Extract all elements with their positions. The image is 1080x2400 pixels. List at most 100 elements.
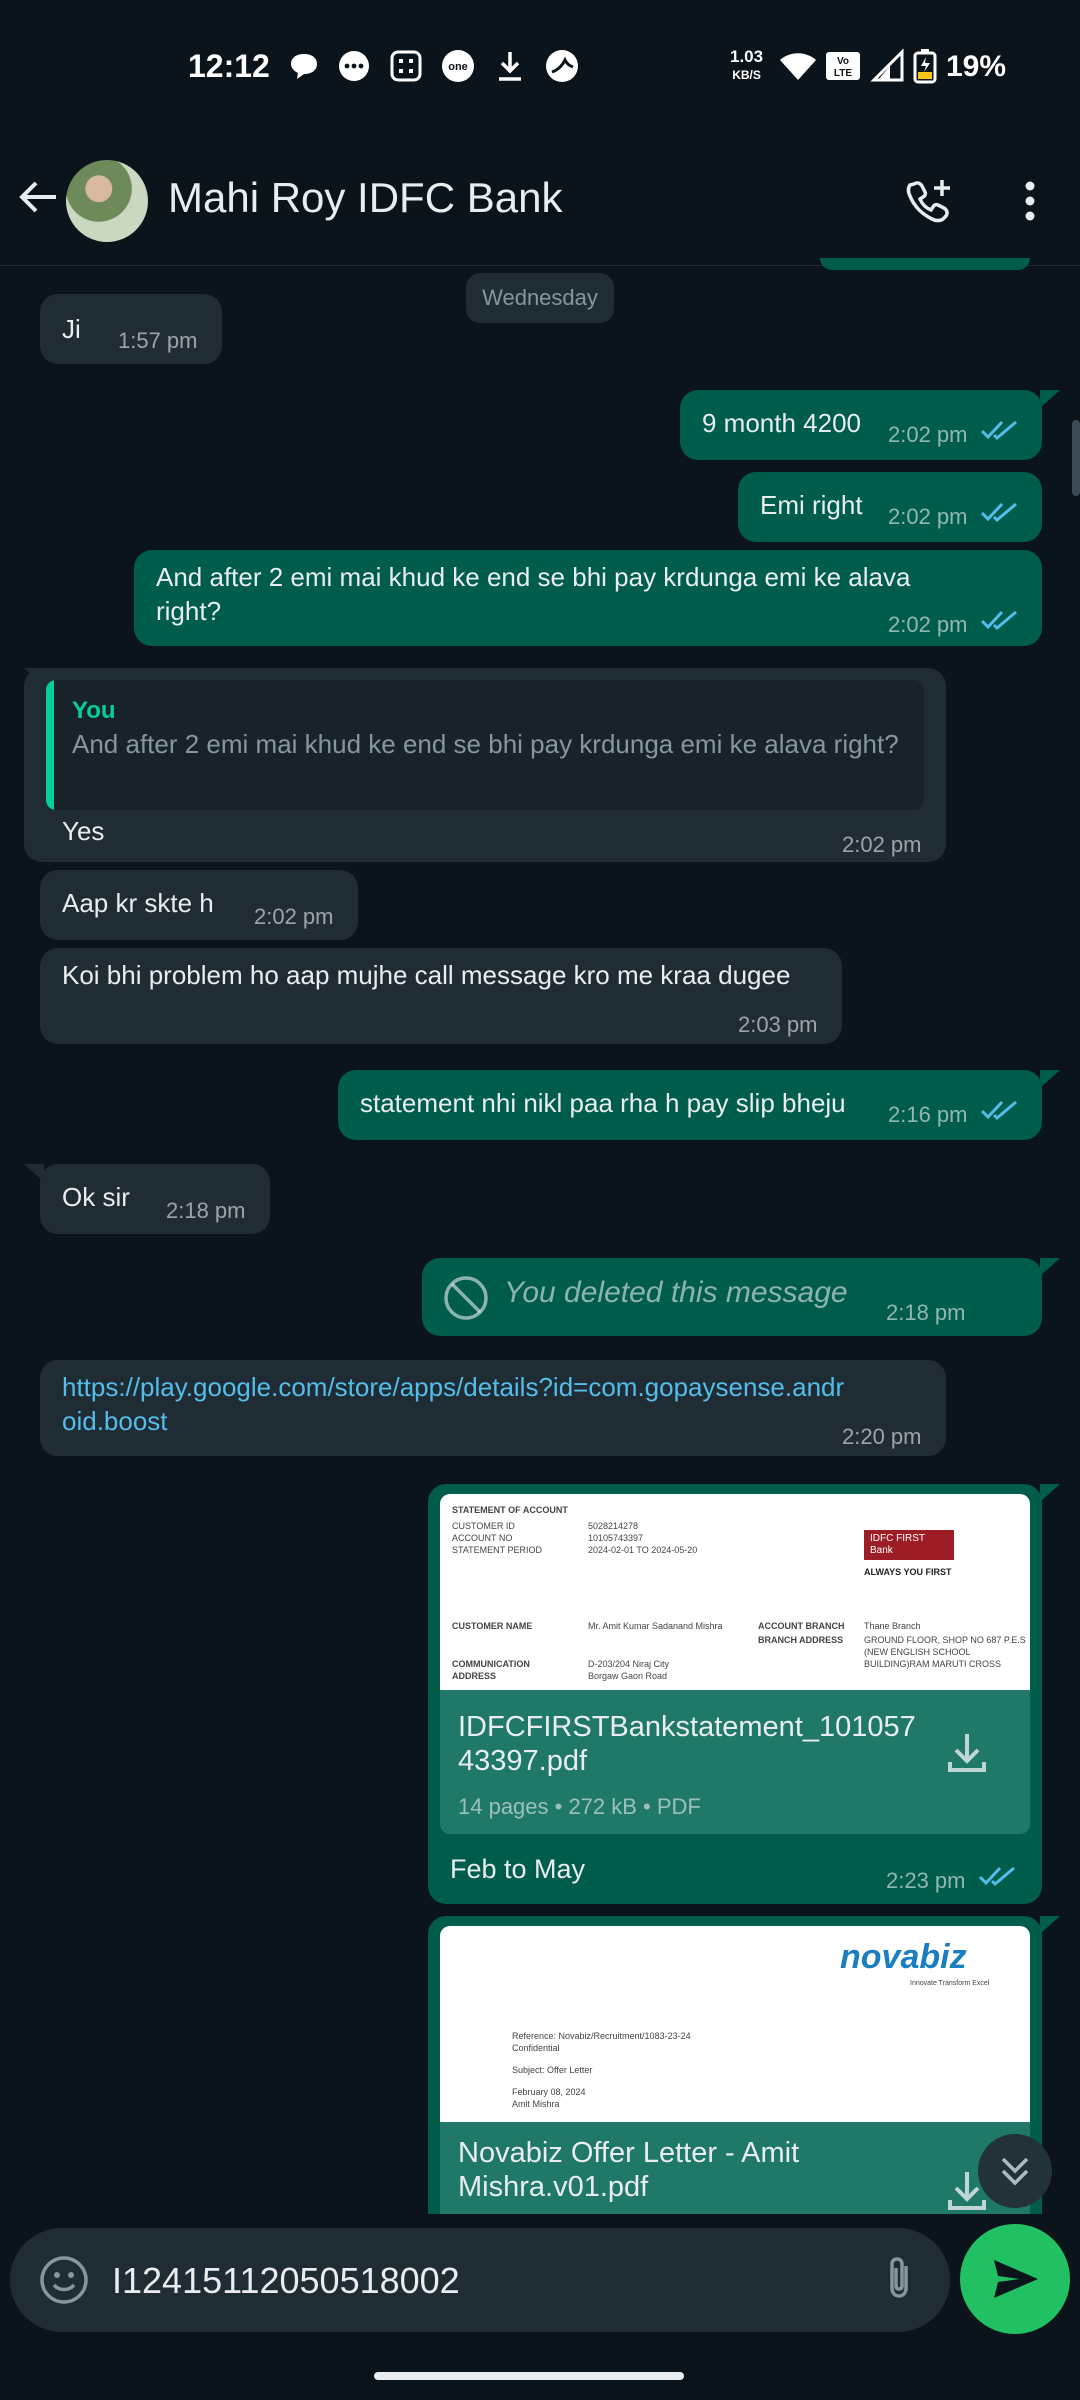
outgoing-deleted-message[interactable]: You deleted this message 2:18 pm (422, 1258, 1042, 1336)
message-time: 2:02 pm (842, 832, 922, 857)
preview-label: STATEMENT PERIOD (452, 1545, 543, 1555)
message-input[interactable] (110, 2252, 814, 2310)
document-caption: Feb to May (450, 1854, 586, 1884)
quote-bar (46, 680, 54, 810)
document-preview[interactable]: novabiz Innovate Transform Excel Referen… (440, 1926, 1030, 2122)
preview-label: BRANCH ADDRESS (758, 1635, 844, 1645)
incoming-link-message[interactable]: https://play.google.com/store/apps/detai… (40, 1360, 946, 1456)
message-time: 2:02 pm (888, 422, 968, 447)
home-indicator[interactable] (374, 2372, 684, 2380)
preview-heading: STATEMENT OF ACCOUNT (452, 1505, 568, 1515)
one-app-icon: one (442, 50, 474, 82)
calculator-icon (390, 50, 422, 82)
message-time: 2:02 pm (888, 612, 968, 637)
message-text: Emi right (760, 490, 863, 520)
incoming-message[interactable]: Ok sir 2:18 pm (40, 1164, 270, 1234)
contact-avatar[interactable] (66, 160, 148, 242)
bubble-tail (1040, 390, 1060, 408)
bubble-tail (1040, 1484, 1060, 1502)
outgoing-document-message[interactable]: STATEMENT OF ACCOUNT CUSTOMER ID ACCOUNT… (428, 1484, 1042, 1904)
scrollbar-thumb[interactable] (1072, 420, 1080, 496)
message-link[interactable]: https://play.google.com/store/apps/detai… (62, 1370, 852, 1438)
download-icon[interactable] (942, 1728, 992, 1778)
message-time: 2:02 pm (254, 904, 334, 929)
read-ticks-icon (980, 420, 1017, 441)
more-options-icon[interactable] (1004, 176, 1056, 226)
message-time: 1:57 pm (118, 328, 198, 353)
preview-value: D-203/204 Niraj City Borgaw Gaon Road (588, 1659, 670, 1681)
scroll-to-bottom-button[interactable] (978, 2134, 1052, 2208)
company-tagline: Innovate Transform Excel (910, 1980, 990, 1987)
blocked-icon (444, 1276, 488, 1320)
incoming-message[interactable]: Koi bhi problem ho aap mujhe call messag… (40, 948, 842, 1044)
message-dots-icon (339, 51, 369, 81)
network-speed: 1.03 KB/S (730, 48, 763, 84)
bubble-tail (1040, 1070, 1060, 1088)
preview-text: Amit Mishra (512, 2099, 560, 2109)
cellular-signal-icon (870, 48, 904, 82)
chat-bubble-icon (291, 54, 317, 79)
contact-name[interactable]: Mahi Roy IDFC Bank (168, 174, 562, 222)
message-time: 2:03 pm (738, 1012, 818, 1037)
double-chevron-down-icon (1001, 2157, 1029, 2186)
message-text: You deleted this message (504, 1276, 848, 1309)
status-bar: 12:12 one 1.03 KB/S Vo LTE 19% (0, 0, 1080, 135)
document-name: Novabiz Offer Letter - Amit Mishra.v01.p… (458, 2137, 800, 2203)
previous-message-fragment (820, 258, 1030, 270)
quote-author: You (72, 697, 116, 724)
incoming-message[interactable]: Aap kr skte h 2:02 pm (40, 870, 358, 940)
emoji-icon[interactable] (38, 2254, 90, 2306)
outgoing-message[interactable]: 9 month 4200 2:02 pm (680, 390, 1042, 460)
preview-value: Mr. Amit Kumar Sadanand Mishra (588, 1621, 723, 1631)
message-text: And after 2 emi mai khud ke end se bhi p… (156, 562, 911, 626)
document-info[interactable]: IDFCFIRSTBankstatement_10105743397.pdf 1… (440, 1690, 1030, 1834)
document-name: IDFCFIRSTBankstatement_10105743397.pdf (458, 1711, 916, 1777)
message-text: 9 month 4200 (702, 408, 862, 438)
preview-value: GROUND FLOOR, SHOP NO 687 P.E.S (NEW ENG… (864, 1635, 1026, 1669)
message-text: Yes (62, 816, 105, 846)
battery-percent: 19% (946, 50, 1007, 83)
bank-logo: IDFC FIRST Bank (864, 1530, 954, 1560)
quoted-message[interactable]: You And after 2 emi mai khud ke end se b… (46, 680, 924, 810)
preview-value: 2024-02-01 TO 2024-05-20 (588, 1545, 698, 1555)
incoming-message[interactable]: Ji 1:57 pm (40, 294, 222, 364)
send-icon (994, 2260, 1038, 2298)
paperclip-icon[interactable] (872, 2252, 926, 2306)
message-composer (10, 2228, 950, 2332)
incoming-reply-message[interactable]: You And after 2 emi mai khud ke end se b… (24, 668, 946, 862)
preview-label: ACCOUNT BRANCH (758, 1621, 845, 1631)
outgoing-message[interactable]: And after 2 emi mai khud ke end se bhi p… (134, 550, 1042, 646)
bubble-tail (1040, 1258, 1060, 1276)
message-time: 2:18 pm (166, 1198, 246, 1223)
outgoing-message[interactable]: Emi right 2:02 pm (738, 472, 1042, 542)
read-ticks-icon (980, 610, 1017, 631)
svg-text:one: one (448, 61, 468, 73)
outgoing-message[interactable]: statement nhi nikl paa rha h pay slip bh… (338, 1070, 1042, 1140)
net-speed-unit: KB/S (732, 68, 761, 82)
add-call-icon[interactable] (904, 176, 954, 226)
preview-text: Subject: Offer Letter (512, 2065, 593, 2075)
back-arrow-icon[interactable] (16, 175, 60, 219)
volte-icon: VoLTE (826, 52, 860, 80)
document-preview[interactable]: STATEMENT OF ACCOUNT CUSTOMER ID ACCOUNT… (440, 1494, 1030, 1690)
preview-label: CUSTOMER ID (452, 1521, 515, 1531)
message-time: 2:18 pm (886, 1300, 966, 1325)
preview-value: 5028214278 (588, 1521, 639, 1531)
message-text: Ok sir (62, 1182, 130, 1212)
preview-value: Thane Branch (864, 1621, 921, 1631)
document-info[interactable]: Novabiz Offer Letter - Amit Mishra.v01.p… (440, 2122, 1030, 2216)
bank-tagline: ALWAYS YOU FIRST (864, 1567, 952, 1577)
send-button[interactable] (960, 2224, 1070, 2334)
clock: 12:12 (188, 48, 270, 84)
outgoing-document-message[interactable]: novabiz Innovate Transform Excel Referen… (428, 1916, 1042, 2216)
bank-logo-text: IDFC FIRST Bank (870, 1533, 925, 1556)
read-ticks-icon (980, 502, 1017, 523)
read-ticks-icon (980, 1100, 1017, 1121)
bubble-tail (24, 668, 44, 686)
quote-text: And after 2 emi mai khud ke end se bhi p… (72, 729, 899, 759)
app-notification-icon (546, 50, 578, 82)
message-text: statement nhi nikl paa rha h pay slip bh… (360, 1088, 846, 1118)
message-text: Koi bhi problem ho aap mujhe call messag… (62, 960, 791, 990)
preview-label: COMMUNICATION ADDRESS (452, 1659, 530, 1681)
message-text: Aap kr skte h (62, 888, 214, 918)
